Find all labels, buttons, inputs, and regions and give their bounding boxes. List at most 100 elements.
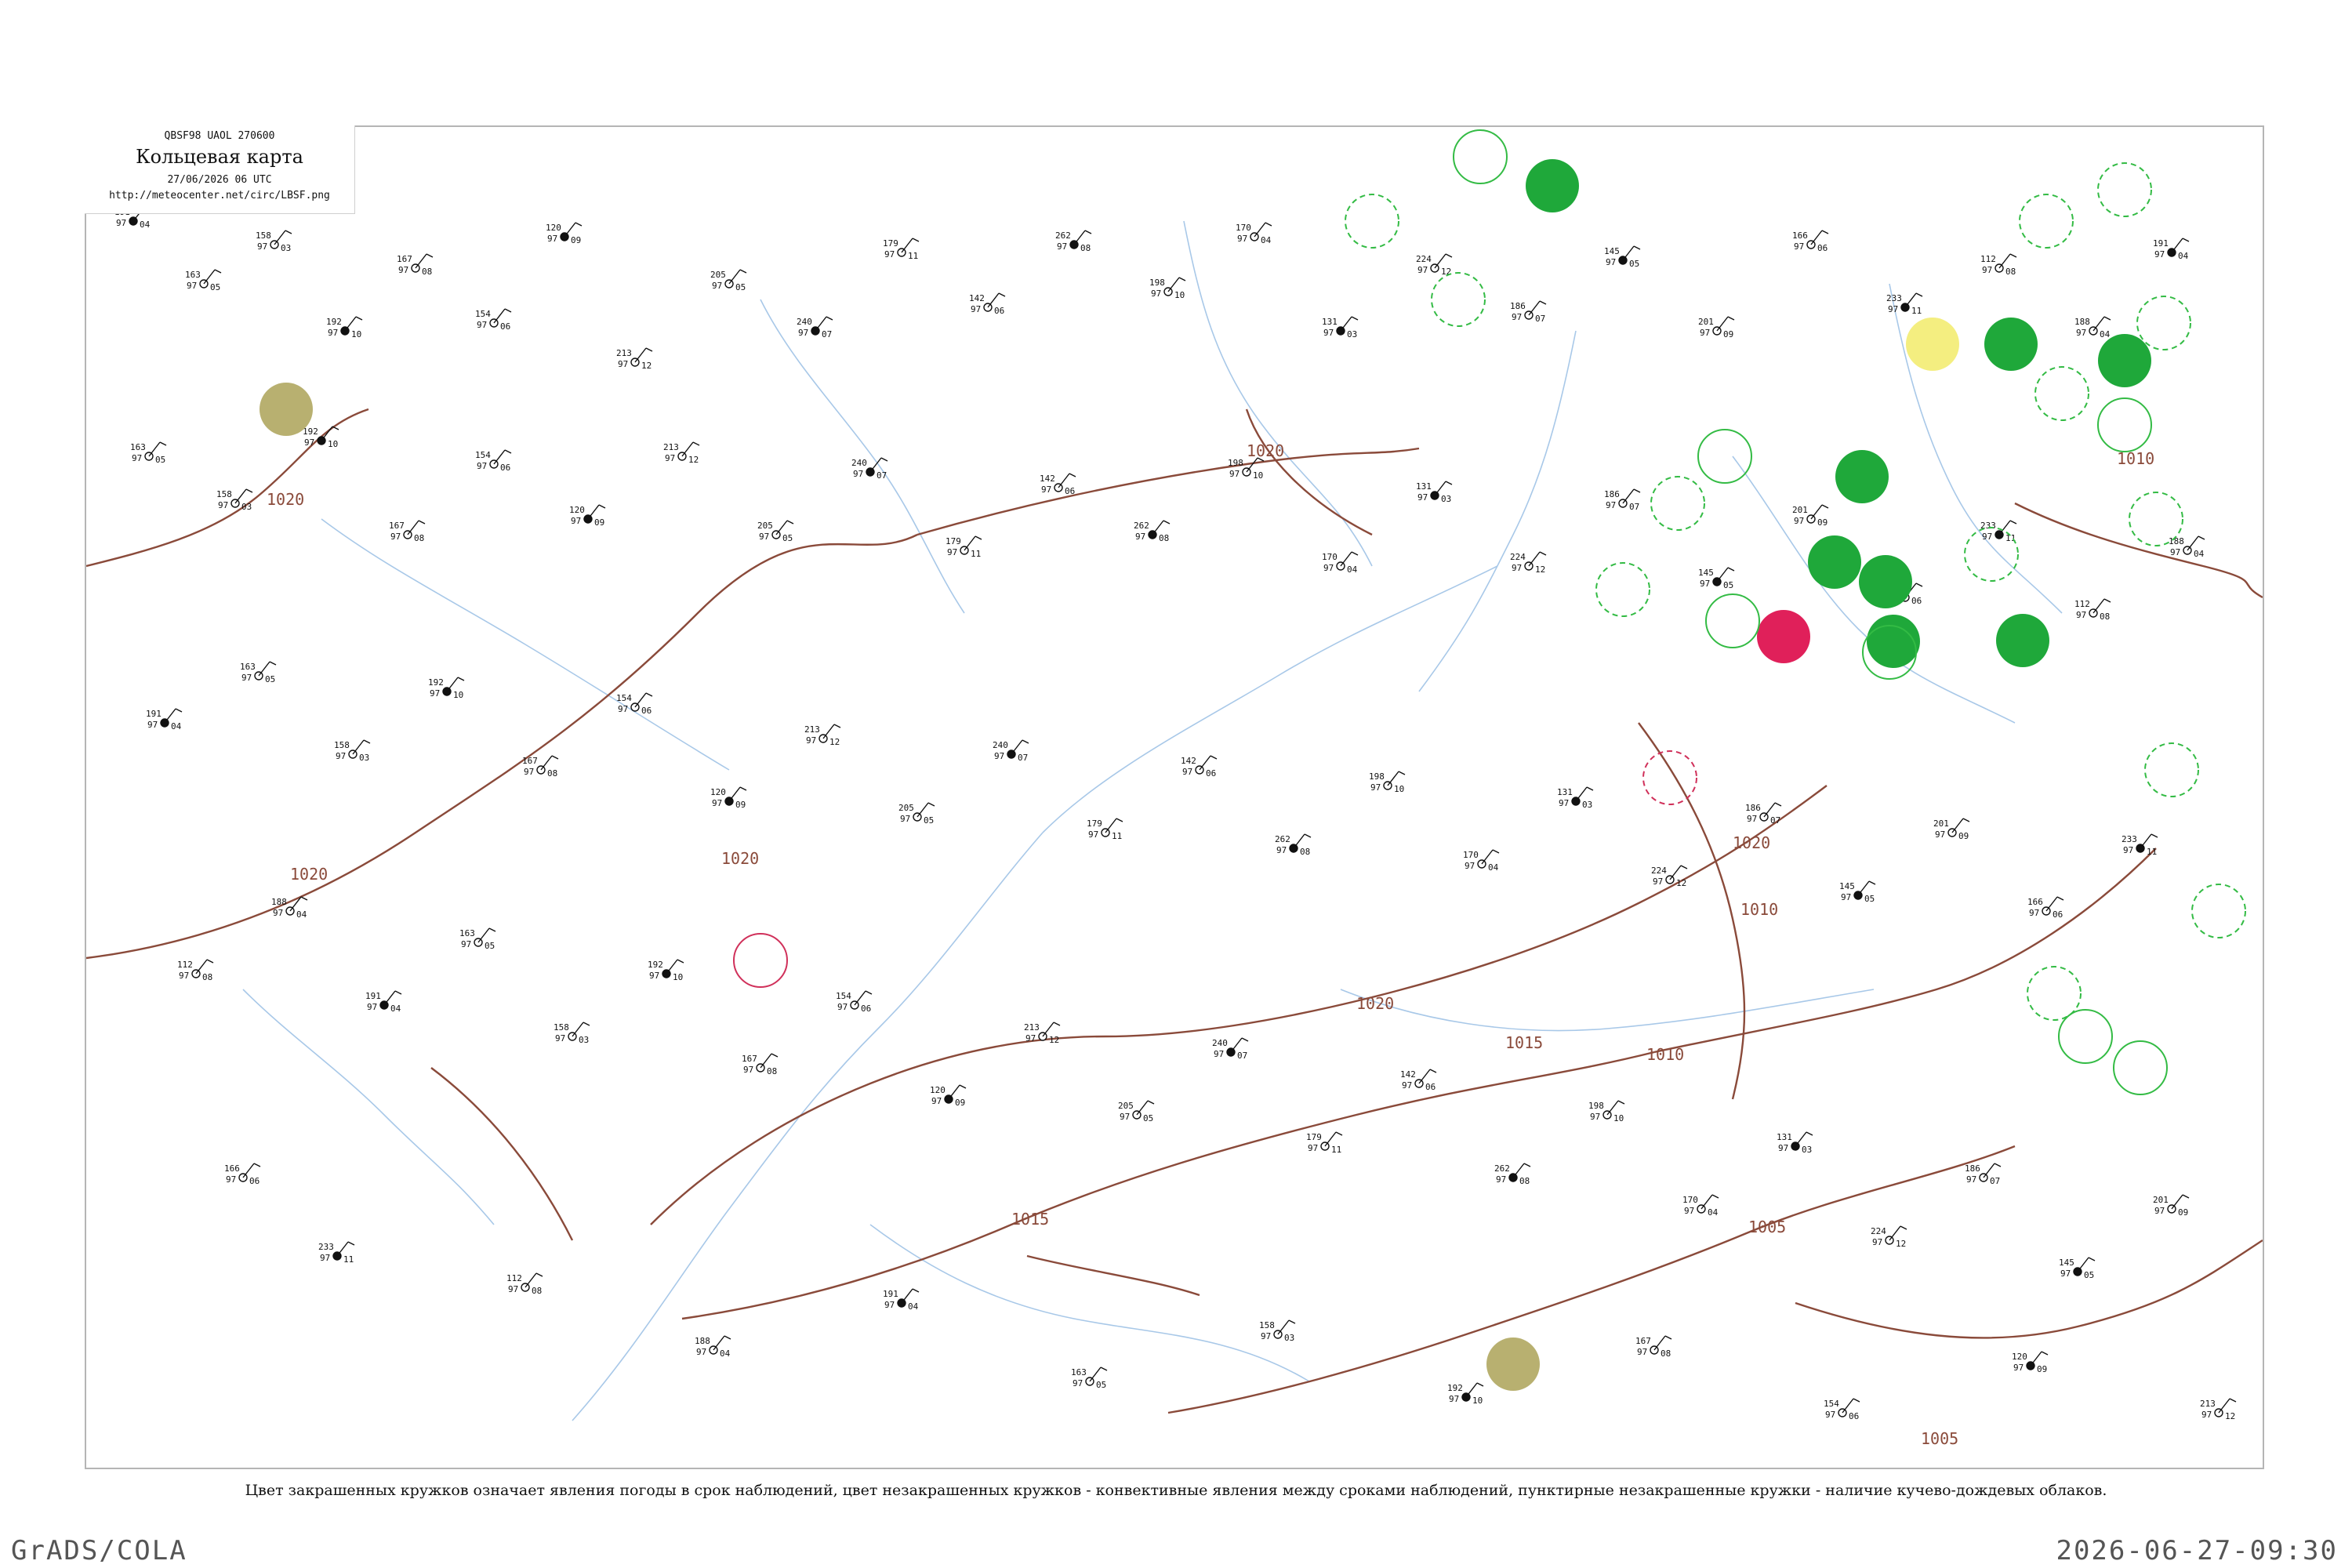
isobar-13 bbox=[1026, 1254, 1200, 1297]
station-plot: 16797 08 bbox=[397, 253, 434, 277]
wind-feather bbox=[488, 927, 496, 932]
station-temp: 97 bbox=[1276, 845, 1287, 855]
convective-ring-9 bbox=[2129, 492, 2183, 546]
station-plot: 18897 04 bbox=[2074, 316, 2111, 339]
station-dewpoint: 10 bbox=[1253, 470, 1263, 481]
station-plot: 16397 05 bbox=[240, 661, 277, 684]
station-temp: 97 bbox=[696, 1347, 706, 1357]
station-plot: 11297 08 bbox=[506, 1272, 543, 1296]
isobar-label: 1015 bbox=[1505, 1033, 1543, 1052]
isobar-label: 1020 bbox=[1733, 833, 1770, 852]
station-dewpoint: 10 bbox=[351, 329, 361, 339]
station-pressure: 198 bbox=[1149, 278, 1165, 288]
station-temp: 97 bbox=[2154, 1206, 2165, 1216]
station-temp: 97 bbox=[547, 234, 557, 244]
isobar-label: 1005 bbox=[1748, 1218, 1786, 1236]
wind-feather bbox=[826, 316, 833, 321]
station-plot: 16697 06 bbox=[2027, 896, 2064, 920]
station-temp: 97 bbox=[798, 328, 808, 338]
station-dewpoint: 07 bbox=[1770, 815, 1780, 826]
wind-feather bbox=[1445, 481, 1453, 485]
wind-feather bbox=[1633, 488, 1641, 493]
station-temp: 97 bbox=[461, 939, 471, 949]
station-dewpoint: 10 bbox=[453, 690, 463, 700]
wind-feather bbox=[2103, 598, 2111, 603]
station-plot: 16797 08 bbox=[742, 1053, 779, 1076]
station-temp: 97 bbox=[971, 304, 981, 314]
station-dewpoint: 06 bbox=[1849, 1411, 1859, 1421]
station-plot: 14597 05 bbox=[1839, 880, 1876, 904]
station-plot: 15897 03 bbox=[334, 739, 371, 763]
station-dewpoint: 09 bbox=[1817, 517, 1828, 528]
wind-feather bbox=[865, 990, 873, 995]
river-1 bbox=[1042, 565, 1498, 833]
station-plot: 13197 03 bbox=[1557, 786, 1594, 810]
station-temp: 97 bbox=[1417, 265, 1428, 275]
wind-feather bbox=[1994, 1163, 2002, 1167]
station-dewpoint: 10 bbox=[673, 972, 683, 982]
station-dewpoint: 04 bbox=[296, 909, 307, 920]
station-plot: 15497 06 bbox=[836, 990, 873, 1014]
station-dewpoint: 12 bbox=[1049, 1035, 1059, 1045]
station-plot: 11297 08 bbox=[1980, 253, 2017, 277]
convective-ring-16 bbox=[2113, 1040, 2168, 1095]
weather-fill-circle-1 bbox=[1906, 318, 1959, 371]
wind-feather bbox=[300, 896, 308, 901]
station-pressure: 142 bbox=[1181, 756, 1196, 766]
station-dewpoint: 03 bbox=[359, 753, 369, 763]
wind-feather bbox=[2088, 1257, 2096, 1261]
station-plot: 19297 10 bbox=[303, 426, 339, 449]
station-plot: 19197 04 bbox=[146, 708, 183, 731]
station-temp: 97 bbox=[555, 1033, 565, 1044]
station-temp: 97 bbox=[1229, 469, 1240, 479]
station-plot: 24097 07 bbox=[1212, 1037, 1249, 1061]
station-dewpoint: 04 bbox=[390, 1004, 401, 1014]
station-pressure: 205 bbox=[898, 803, 914, 813]
wind-feather bbox=[1664, 1335, 1672, 1340]
station-pressure: 112 bbox=[1980, 254, 1996, 264]
weather-fill-circle-10 bbox=[260, 383, 313, 436]
isobar-label: 1020 bbox=[1356, 994, 1394, 1013]
station-plot: 13197 03 bbox=[1416, 481, 1453, 504]
station-plot: 22497 12 bbox=[1871, 1225, 1907, 1249]
station-dewpoint: 06 bbox=[1065, 486, 1075, 496]
station-pressure: 179 bbox=[946, 536, 961, 546]
station-pressure: 166 bbox=[1792, 230, 1808, 241]
station-pressure: 158 bbox=[216, 489, 232, 499]
wind-feather bbox=[457, 677, 465, 681]
river-network bbox=[242, 220, 2063, 1421]
source-url[interactable]: http://meteocenter.net/circ/LBSF.png bbox=[85, 190, 354, 201]
station-temp: 97 bbox=[1684, 1206, 1694, 1216]
station-plot: 20197 09 bbox=[2153, 1194, 2190, 1218]
station-plot: 19197 04 bbox=[365, 990, 402, 1014]
station-pressure: 170 bbox=[1463, 850, 1479, 860]
station-temp: 97 bbox=[132, 453, 142, 463]
station-dewpoint: 06 bbox=[500, 321, 510, 332]
station-plot: 14297 06 bbox=[1181, 755, 1218, 779]
station-temp: 97 bbox=[2013, 1363, 2024, 1373]
wind-feather bbox=[2229, 1398, 2237, 1403]
wind-feather bbox=[1147, 1100, 1155, 1105]
station-pressure: 145 bbox=[2059, 1258, 2074, 1268]
station-plot: 23397 11 bbox=[1886, 292, 1923, 316]
wind-feather bbox=[1178, 277, 1186, 281]
station-pressure: 201 bbox=[2153, 1195, 2169, 1205]
station-temp: 97 bbox=[218, 500, 228, 510]
station-plot: 15497 06 bbox=[475, 449, 512, 473]
wind-feather bbox=[2151, 833, 2158, 838]
wind-feather bbox=[1727, 316, 1735, 321]
station-plot: 14597 05 bbox=[1698, 567, 1735, 590]
station-pressure: 163 bbox=[185, 270, 201, 280]
wind-feather bbox=[504, 449, 512, 454]
isobar-2 bbox=[86, 408, 369, 568]
isobar-0 bbox=[86, 533, 918, 960]
station-pressure: 205 bbox=[1118, 1101, 1134, 1111]
station-dewpoint: 08 bbox=[767, 1066, 777, 1076]
wind-feather bbox=[1335, 1131, 1343, 1136]
isobar-10 bbox=[1638, 722, 1746, 1100]
wind-feather bbox=[1304, 833, 1312, 838]
station-temp: 97 bbox=[1135, 532, 1145, 542]
station-pressure: 179 bbox=[883, 238, 898, 249]
station-temp: 97 bbox=[1982, 532, 1992, 542]
wind-feather bbox=[927, 802, 935, 807]
